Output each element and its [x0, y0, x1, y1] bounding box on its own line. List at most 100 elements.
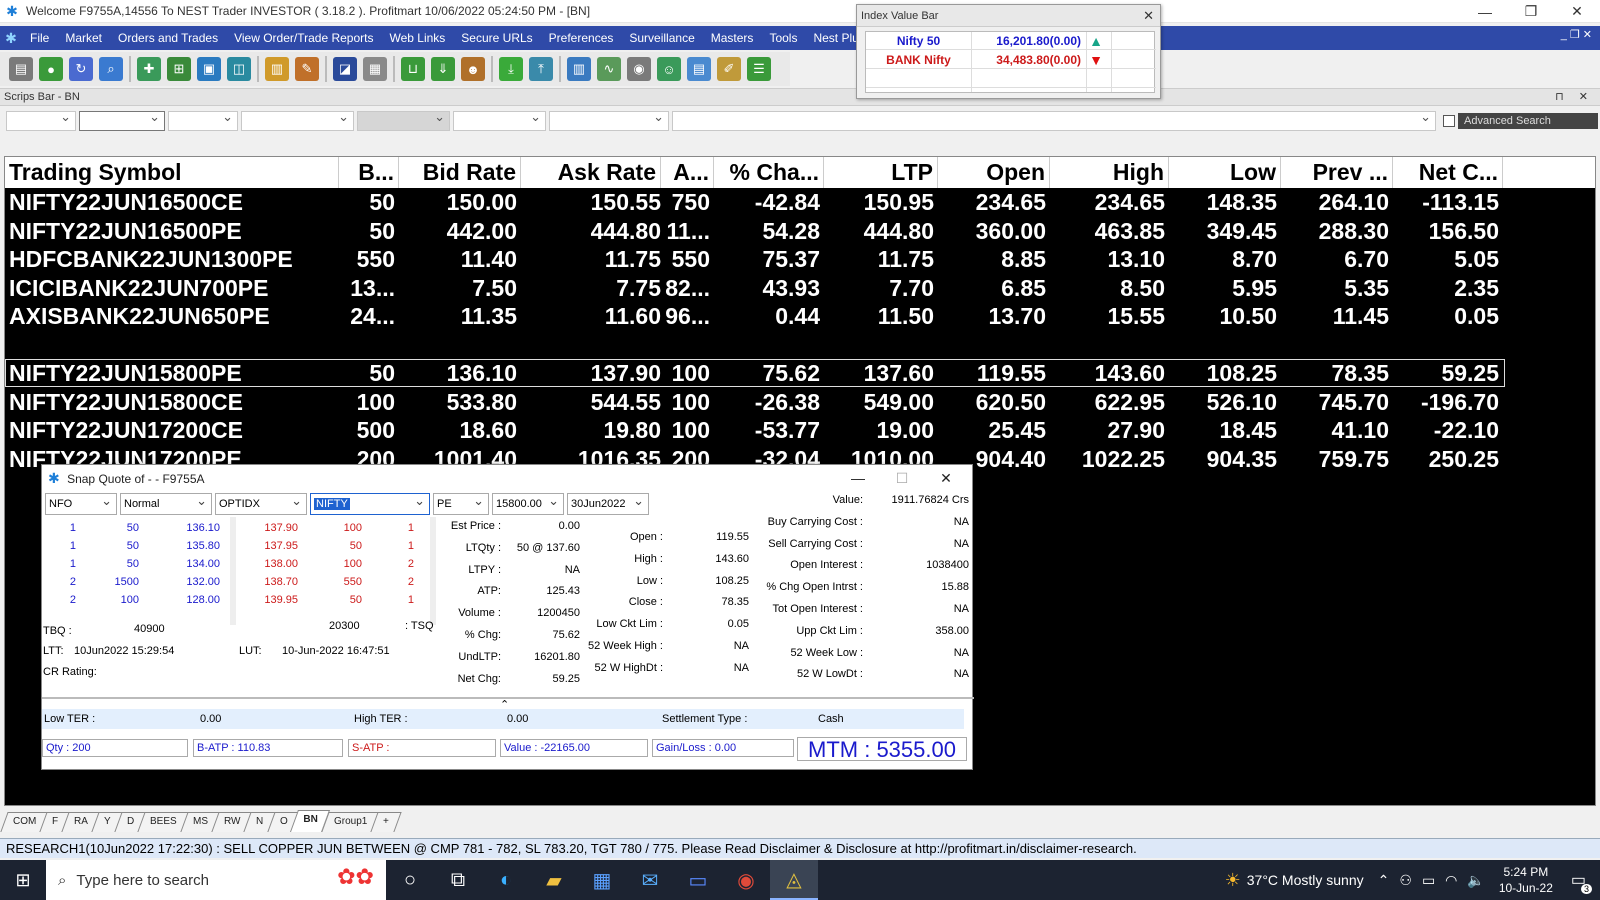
toolbar-list-icon[interactable]: ☰ — [747, 57, 771, 81]
bid-depth-row[interactable]: 2 100 128.00 — [46, 591, 230, 609]
menu-surveillance[interactable]: Surveillance — [621, 31, 702, 45]
advanced-search-checkbox[interactable] — [1443, 115, 1455, 127]
toolbar-download-icon[interactable]: ⤓ — [499, 57, 523, 81]
battery-icon[interactable]: ▭ — [1422, 872, 1435, 889]
toolbar-print2-icon[interactable]: ▦ — [363, 57, 387, 81]
option-type-select[interactable] — [357, 109, 450, 131]
menu-secure-urls[interactable]: Secure URLs — [453, 31, 540, 45]
advanced-search-toggle[interactable]: Advanced Search — [1443, 113, 1598, 129]
bid-depth-row[interactable]: 2 1500 132.00 — [46, 573, 230, 591]
bid-depth-row[interactable]: 1 50 135.80 — [46, 537, 230, 555]
tray-app-icon[interactable]: ⚇ — [1399, 872, 1412, 889]
toolbar-print-icon[interactable]: ▤ — [9, 57, 33, 81]
snap-instrument-select[interactable]: OPTIDX — [215, 491, 307, 515]
menu-market[interactable]: Market — [57, 31, 110, 45]
toolbar-user-icon[interactable]: ☺ — [657, 57, 681, 81]
toolbar-position-icon[interactable]: ◫ — [227, 57, 251, 81]
toolbar-notes-icon[interactable]: ✐ — [717, 57, 741, 81]
toolbar-book-icon[interactable]: ▣ — [197, 57, 221, 81]
snap-market-type-select[interactable]: Normal — [120, 491, 212, 515]
instrument-select[interactable] — [168, 109, 238, 131]
maximize-button[interactable]: ❐ — [1508, 0, 1554, 23]
symbol-select[interactable] — [241, 109, 354, 131]
snap-option-type-select[interactable]: PE — [433, 491, 489, 515]
snap-exchange-select[interactable]: NFO — [45, 491, 117, 515]
toolbar-cart-down-icon[interactable]: ⇓ — [431, 57, 455, 81]
menu-preferences[interactable]: Preferences — [541, 31, 622, 45]
header-bid-rate[interactable]: Bid Rate — [399, 157, 521, 188]
table-row[interactable]: NIFTY22JUN16500PE 50 442.00 444.80 11... 54.2… — [5, 217, 1505, 245]
toolbar-upload-icon[interactable]: ⤒ — [529, 57, 553, 81]
toolbar-camera-icon[interactable]: ◉ — [627, 57, 651, 81]
windows-start-icon[interactable]: ⊞ — [0, 860, 46, 900]
snap-minimize-button[interactable]: — — [836, 465, 880, 491]
header-low[interactable]: Low — [1169, 157, 1281, 188]
toolbar-edit-icon[interactable]: ✎ — [295, 57, 319, 81]
research-ticker[interactable]: RESEARCH1(10Jun2022 17:22:30) : SELL COP… — [0, 838, 1600, 858]
scrip-search-select[interactable] — [672, 109, 1436, 131]
toolbar-line-chart-icon[interactable]: ∿ — [597, 57, 621, 81]
toolbar-basket-icon[interactable]: ⊞ — [167, 57, 191, 81]
snap-symbol-select[interactable]: NIFTY — [310, 491, 430, 515]
ask-depth-row[interactable]: 139.95 50 1 — [242, 591, 430, 609]
index-row-nifty[interactable]: Nifty 50 16,201.80(0.00) ▲ — [866, 32, 1156, 50]
menu-web-links[interactable]: Web Links — [381, 31, 453, 45]
exchange-select[interactable] — [6, 109, 76, 131]
snap-close-button[interactable]: ✕ — [924, 465, 968, 491]
table-row[interactable]: NIFTY22JUN15800CE 100 533.80 544.55 100 -26.3… — [5, 388, 1505, 416]
weather-text[interactable]: 37°C Mostly sunny — [1247, 872, 1364, 888]
toolbar-people-icon[interactable]: ☻ — [461, 57, 485, 81]
toolbar-bar-chart-icon[interactable]: ▥ — [567, 57, 591, 81]
header-bid-qty[interactable]: B... — [339, 157, 399, 188]
toolbar-buy-icon[interactable]: ● — [39, 57, 63, 81]
mdi-window-controls[interactable]: _ ❐ ✕ — [1561, 28, 1592, 41]
bid-depth-row[interactable]: 1 50 134.00 — [46, 555, 230, 573]
snap-maximize-button[interactable]: ☐ — [880, 465, 924, 491]
toolbar-cart-icon[interactable]: ⊔ — [401, 57, 425, 81]
header-trading-symbol[interactable]: Trading Symbol — [5, 157, 339, 188]
edge-browser-icon[interactable]: ◐ — [482, 860, 530, 900]
menu-file[interactable]: File — [22, 31, 57, 45]
snap-strike-select[interactable]: 15800.00 — [492, 491, 564, 515]
toolbar-order-icon[interactable]: ✚ — [137, 57, 161, 81]
table-row[interactable]: HDFCBANK22JUN1300PE 550 11.40 11.75 550 75.37… — [5, 245, 1505, 273]
table-row[interactable]: ICICIBANK22JUN700PE 13... 7.50 7.75 82... 43.… — [5, 274, 1505, 302]
close-button[interactable]: ✕ — [1554, 0, 1600, 23]
mail-icon[interactable]: ✉ — [626, 860, 674, 900]
table-row[interactable] — [5, 331, 1505, 359]
clock[interactable]: 5:24 PM 10-Jun-22 — [1499, 864, 1553, 896]
taskbar-search-box[interactable]: ⌕ Type here to search ✿✿ — [46, 860, 386, 900]
task-view-icon[interactable]: ⧉ — [434, 860, 482, 900]
toolbar-calc-icon[interactable]: ▤ — [687, 57, 711, 81]
header-high[interactable]: High — [1050, 157, 1169, 188]
notification-icon[interactable]: ▭ 3 — [1571, 870, 1592, 894]
header-ask-rate[interactable]: Ask Rate — [521, 157, 661, 188]
scrips-bar-controls[interactable]: ⊓ ✕ — [1555, 89, 1594, 105]
chrome-icon[interactable]: ◉ — [722, 860, 770, 900]
menu-orders-trades[interactable]: Orders and Trades — [110, 31, 226, 45]
toolbar-chart-icon[interactable]: ▥ — [265, 57, 289, 81]
toolbar-refresh-icon[interactable]: ↻ — [69, 57, 93, 81]
toolbar-search-icon[interactable]: ⌕ — [99, 57, 123, 81]
ask-depth-row[interactable]: 138.00 100 2 — [242, 555, 430, 573]
strike-select[interactable] — [453, 109, 546, 131]
menu-tools[interactable]: Tools — [761, 31, 805, 45]
expiry-select[interactable] — [549, 109, 669, 131]
segment-select[interactable] — [79, 109, 165, 131]
index-bar-close-button[interactable]: ✕ — [1143, 5, 1154, 27]
table-row[interactable]: NIFTY22JUN17200CE 500 18.60 19.80 100 -53.77 1… — [5, 416, 1505, 444]
store-icon[interactable]: ▦ — [578, 860, 626, 900]
menu-masters[interactable]: Masters — [703, 31, 762, 45]
menu-view-reports[interactable]: View Order/Trade Reports — [226, 31, 381, 45]
tray-chevron-icon[interactable]: ⌃ — [1378, 872, 1390, 889]
nest-trader-icon[interactable]: ◬ — [770, 860, 818, 900]
snap-expiry-select[interactable]: 30Jun2022 — [567, 491, 649, 515]
table-row[interactable]: AXISBANK22JUN650PE 24... 11.35 11.60 96... 0.… — [5, 302, 1505, 330]
ask-depth-row[interactable]: 138.70 550 2 — [242, 573, 430, 591]
toolbar-market-icon[interactable]: ◪ — [333, 57, 357, 81]
header-net-change[interactable]: Net C... — [1393, 157, 1503, 188]
minimize-button[interactable]: — — [1462, 0, 1508, 23]
wifi-icon[interactable]: ◠ — [1445, 872, 1457, 889]
header-open[interactable]: Open — [938, 157, 1050, 188]
header-ask-qty[interactable]: A... — [661, 157, 714, 188]
